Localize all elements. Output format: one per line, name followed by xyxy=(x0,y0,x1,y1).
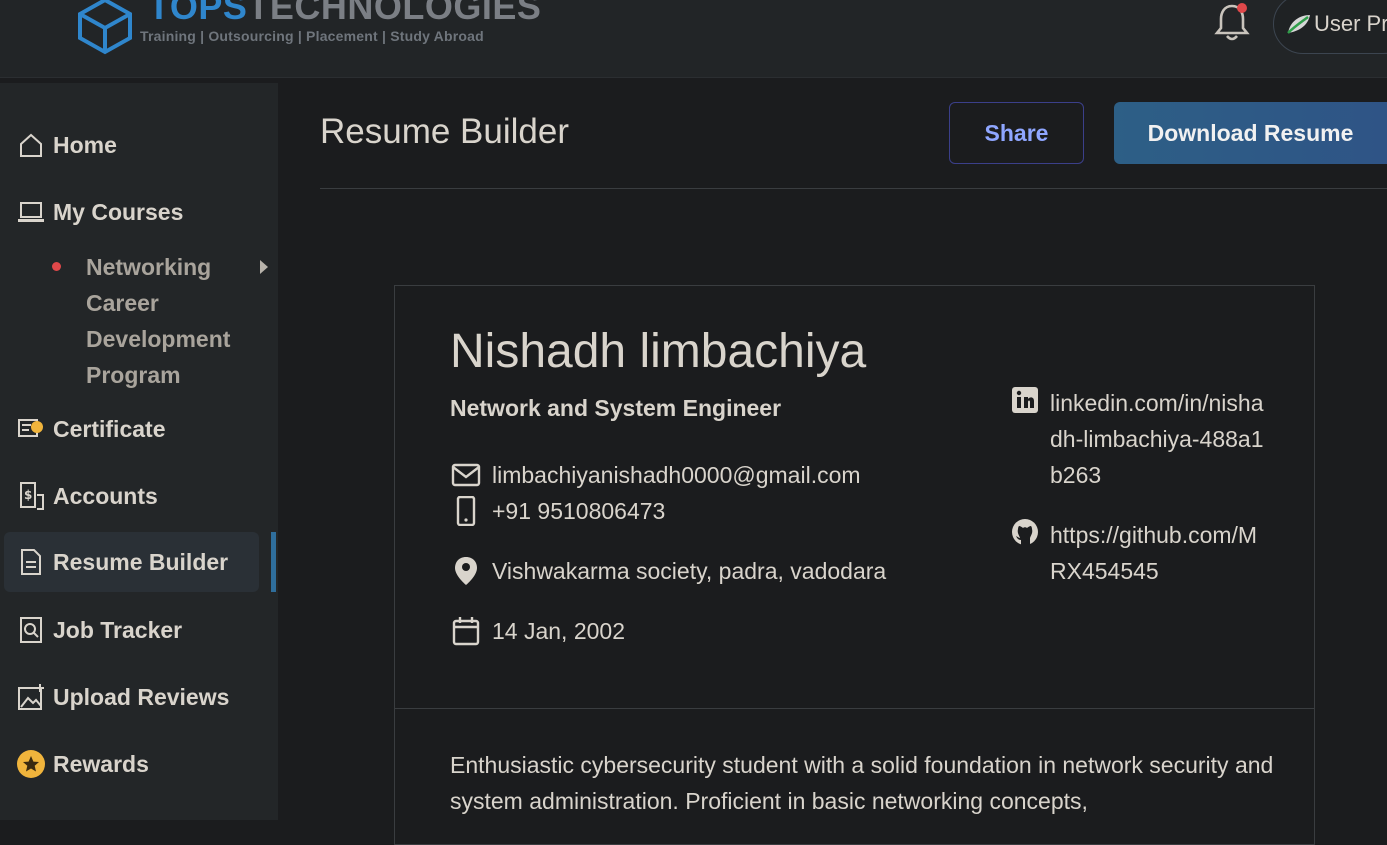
sidebar-item-label: Certificate xyxy=(53,415,166,442)
location-pin-icon xyxy=(450,555,482,587)
image-upload-icon xyxy=(16,682,46,712)
star-icon xyxy=(16,749,46,779)
job-tracker-icon xyxy=(16,615,46,645)
sidebar-item-rewards[interactable]: Rewards xyxy=(4,734,259,794)
calendar-icon xyxy=(450,615,482,647)
sidebar-item-label: Upload Reviews xyxy=(53,683,230,710)
resume-phone: +91 9510806473 xyxy=(450,495,665,527)
resume-section-divider xyxy=(394,708,1315,709)
resume-github-text: https://github.com/MRX454545 xyxy=(1050,522,1258,584)
page-title: Resume Builder xyxy=(320,112,569,151)
resume-phone-text: +91 9510806473 xyxy=(492,497,666,524)
mobile-phone-icon xyxy=(450,495,482,527)
logo-tagline: Training | Outsourcing | Placement | Stu… xyxy=(140,28,484,44)
resume-dob: 14 Jan, 2002 xyxy=(450,615,625,647)
active-indicator xyxy=(271,532,276,592)
tops-logo[interactable]: TOPSTECHNOLOGIES Training | Outsourcing … xyxy=(74,0,554,58)
sidebar-item-label: Rewards xyxy=(53,750,149,777)
sidebar-item-label: My Courses xyxy=(53,198,184,225)
home-icon xyxy=(16,130,46,160)
share-button[interactable]: Share xyxy=(949,102,1084,164)
user-profile-label: User Pr xyxy=(1314,11,1387,36)
email-icon xyxy=(450,459,482,491)
resume-linkedin[interactable]: linkedin.com/in/nishadh-limbachiya-488a1… xyxy=(1010,385,1270,493)
sidebar-item-upload-reviews[interactable]: Upload Reviews xyxy=(4,667,259,727)
resume-email-text: limbachiyanishadh0000@gmail.com xyxy=(492,461,861,488)
resume-email: limbachiyanishadh0000@gmail.com xyxy=(450,459,861,491)
resume-address: Vishwakarma society, padra, vadodara xyxy=(450,555,886,587)
laptop-icon xyxy=(16,197,46,227)
svg-text:$: $ xyxy=(24,488,32,502)
sidebar-item-my-courses[interactable]: My Courses xyxy=(4,182,259,242)
sidebar-item-certificate[interactable]: Certificate xyxy=(4,399,259,459)
user-avatar-icon xyxy=(1287,15,1310,34)
certificate-icon xyxy=(16,414,46,444)
sidebar-item-resume-builder[interactable]: Resume Builder xyxy=(4,532,259,592)
sidebar-subitem-networking-course[interactable]: Networking Career Development Program xyxy=(86,249,256,393)
user-profile-button[interactable]: User Pr xyxy=(1273,0,1387,54)
active-course-dot xyxy=(52,262,61,271)
resume-linkedin-text: linkedin.com/in/nishadh-limbachiya-488a1… xyxy=(1050,390,1264,488)
logo-word-technologies: TECHNOLOGIES xyxy=(247,0,542,27)
document-icon xyxy=(16,547,46,577)
logo-word-tops: TOPS xyxy=(148,0,248,27)
sidebar-item-accounts[interactable]: $ Accounts xyxy=(4,466,259,526)
notification-dot xyxy=(1237,3,1247,13)
sidebar-item-label: Resume Builder xyxy=(53,548,229,575)
top-header: TOPSTECHNOLOGIES Training | Outsourcing … xyxy=(0,0,1387,78)
resume-role: Network and System Engineer xyxy=(450,395,782,421)
sidebar-item-label: Job Tracker xyxy=(53,616,183,643)
chevron-right-icon[interactable] xyxy=(260,260,268,274)
download-resume-button[interactable]: Download Resume xyxy=(1114,102,1387,164)
cube-logo-icon xyxy=(78,0,132,55)
resume-github[interactable]: https://github.com/MRX454545 xyxy=(1010,517,1270,589)
sidebar-item-home[interactable]: Home xyxy=(4,115,259,175)
sidebar-item-job-tracker[interactable]: Job Tracker xyxy=(4,600,259,660)
resume-name: Nishadh limbachiya xyxy=(450,325,867,378)
github-icon xyxy=(1010,517,1042,549)
sidebar-item-label: Accounts xyxy=(53,482,158,509)
resume-address-text: Vishwakarma society, padra, vadodara xyxy=(492,557,887,584)
sidebar-item-label: Home xyxy=(53,131,117,158)
accounts-icon: $ xyxy=(16,481,46,511)
linkedin-icon xyxy=(1010,385,1042,417)
resume-summary: Enthusiastic cybersecurity student with … xyxy=(450,752,1274,814)
header-divider xyxy=(320,188,1387,189)
resume-dob-text: 14 Jan, 2002 xyxy=(492,617,626,644)
logo-wordmark: TOPSTECHNOLOGIES xyxy=(148,0,541,28)
